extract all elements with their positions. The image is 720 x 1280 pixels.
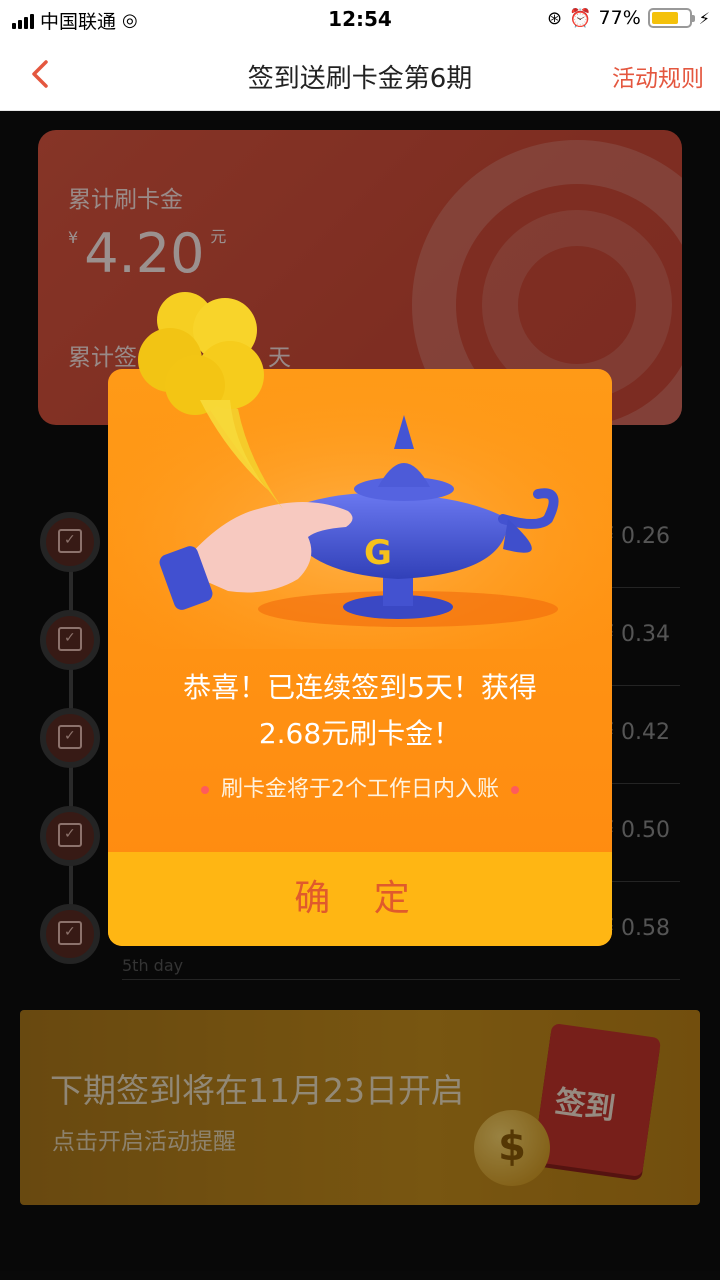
congrats-message: 恭喜！已连续签到5天！获得 2.68元刷卡金！ <box>128 665 592 757</box>
lamp-letter: G <box>364 533 392 573</box>
congrats-line2: 2.68元刷卡金！ <box>258 717 462 750</box>
charging-icon: ⚡ <box>698 8 710 28</box>
battery-percent: 77% <box>598 7 641 29</box>
alarm-icon: ⏰ <box>569 7 592 29</box>
bullet-dot-icon <box>511 786 519 794</box>
congrats-line1: 恭喜！已连续签到5天！获得 <box>183 671 537 704</box>
lock-rotation-icon: ⊛ <box>547 7 563 29</box>
status-bar: 中国联通 ◎ 12:54 ⊛ ⏰ 77% ⚡ <box>0 0 720 38</box>
bullet-dot-icon <box>201 786 209 794</box>
status-right: ⊛ ⏰ 77% ⚡ <box>547 7 710 29</box>
genie-cloud-illustration <box>138 292 268 490</box>
credit-note: 刷卡金将于2个工作日内入账 <box>108 771 612 803</box>
confirm-button[interactable]: 确 定 <box>108 852 612 946</box>
rules-link[interactable]: 活动规则 <box>612 59 704 93</box>
nav-bar: 签到送刷卡金第6期 活动规则 <box>0 38 720 111</box>
credit-note-text: 刷卡金将于2个工作日内入账 <box>221 777 499 802</box>
battery-icon <box>647 8 695 28</box>
